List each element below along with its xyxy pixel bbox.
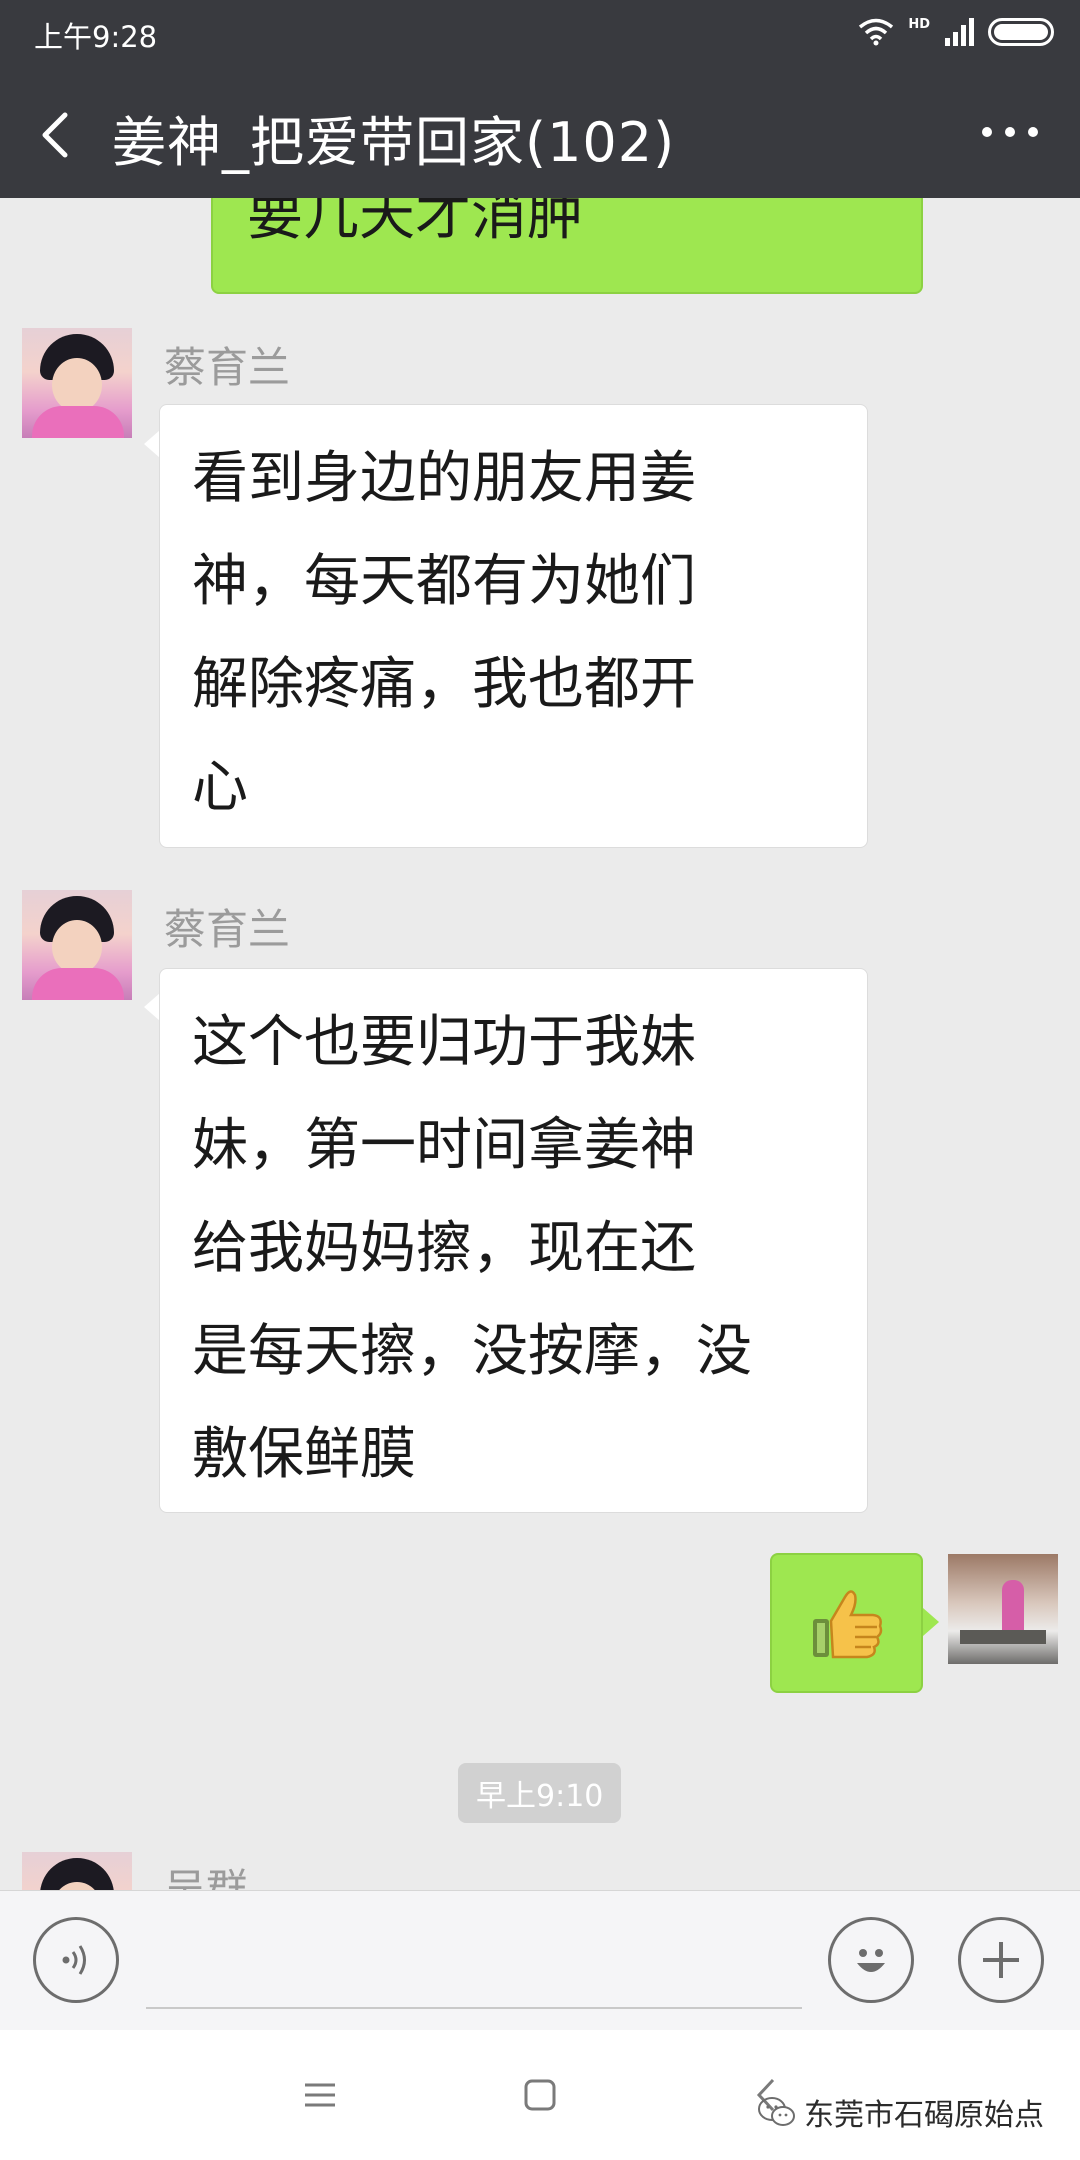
add-icon [983,1942,1019,1978]
message-bubble-sent[interactable] [770,1553,923,1693]
message-bubble-sent[interactable]: 要几天才消肿 [211,198,923,294]
home-button[interactable] [510,2073,570,2117]
more-button[interactable] [974,110,1046,154]
input-bar [0,1890,1080,2030]
voice-button[interactable] [33,1917,119,2003]
message-text: 这个也要归功于我妹 妹，第一时间拿姜神 给我妈妈擦，现在还 是每天擦，没按摩，没… [192,1010,752,1487]
back-arrow-icon [42,112,68,158]
menu-icon [305,2083,335,2107]
avatar[interactable] [22,890,132,1000]
back-button[interactable] [26,100,82,170]
chat-title: 姜神_把爱带回家(102) [112,111,676,174]
message-input[interactable] [146,2007,802,2009]
watermark-text: 东莞市石碣原始点 [804,2098,1044,2133]
status-time: 上午9:28 [34,20,158,54]
message-bubble-received[interactable]: 这个也要归功于我妹 妹，第一时间拿姜神 给我妈妈擦，现在还 是每天擦，没按摩，没… [159,968,868,1513]
sender-name: 蔡育兰 [164,905,291,954]
message-text: 看到身边的朋友用姜 神，每天都有为她们 解除疼痛，我也都开 心 [192,446,696,820]
emoji-button[interactable] [828,1917,914,2003]
more-icon-dot [1005,127,1015,137]
home-icon [524,2079,556,2111]
battery-icon [988,18,1054,46]
menu-button[interactable] [290,2075,350,2115]
more-icon-dot [1028,127,1038,137]
avatar[interactable] [22,1852,132,1890]
sender-name: 吴群 [164,1865,249,1890]
avatar[interactable] [22,328,132,438]
voice-icon [62,1945,86,1975]
message-text: 要几天才消肿 [247,198,583,248]
emoji-icon [857,1949,885,1972]
bubble-tail [144,430,160,458]
time-divider: 早上9:10 [458,1763,622,1823]
message-bubble-received[interactable]: 看到身边的朋友用姜 神，每天都有为她们 解除疼痛，我也都开 心 [159,404,868,848]
status-icons: HD [858,14,1054,50]
my-avatar[interactable] [948,1554,1058,1664]
signal-icon [945,18,974,46]
more-icon-dot [982,127,992,137]
thumbs-up-icon [812,1590,882,1659]
top-bar: 上午9:28 HD 姜神_把爱带回家(102) [0,0,1080,198]
sender-name: 蔡育兰 [164,343,291,392]
bubble-tail [144,993,160,1021]
add-button[interactable] [958,1917,1044,2003]
wechat-icon [758,2097,795,2126]
chat-screen: 上午9:28 HD 姜神_把爱带回家(102) 要几天才消肿 蔡育兰 看到身边的… [0,0,1080,2160]
watermark: 东莞市石碣原始点 [758,2090,1044,2134]
wifi-icon [859,18,894,46]
chat-area[interactable]: 要几天才消肿 蔡育兰 看到身边的朋友用姜 神，每天都有为她们 解除疼痛，我也都开… [0,198,1080,1890]
network-label: HD [908,16,930,32]
bubble-tail [923,1608,939,1636]
